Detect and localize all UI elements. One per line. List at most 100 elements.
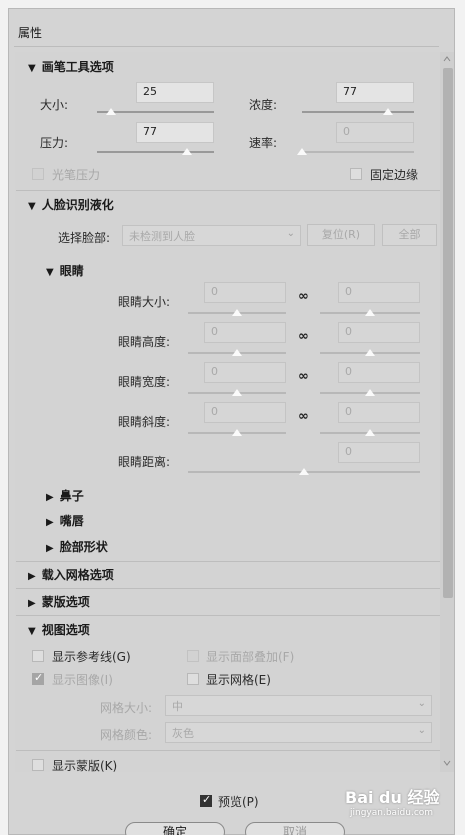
show-face-overlay-checkbox[interactable] xyxy=(187,650,199,662)
subsection-nose-label: 鼻子 xyxy=(59,489,84,503)
eye-tilt-right-slider[interactable] xyxy=(320,429,420,437)
density-slider-thumb[interactable] xyxy=(383,108,394,115)
eye-height-right-input[interactable]: 0 xyxy=(338,322,420,343)
show-mesh-label: 显示网格(E) xyxy=(206,673,271,687)
cancel-button[interactable]: 取消 xyxy=(245,822,345,835)
scroll-up-icon[interactable] xyxy=(442,54,452,64)
slider-thumb[interactable] xyxy=(232,309,242,316)
size-slider-thumb[interactable] xyxy=(106,108,117,115)
baidu-watermark-url: jingyan.baidu.com xyxy=(350,808,434,818)
expanded-triangle-icon: ▼ xyxy=(28,201,36,212)
expanded-triangle-icon: ▼ xyxy=(28,626,36,637)
pressure-slider-thumb[interactable] xyxy=(182,148,193,155)
eye-tilt-left-slider[interactable] xyxy=(188,429,286,437)
density-slider[interactable] xyxy=(302,108,414,116)
subsection-eyes[interactable]: ▼ 眼睛 xyxy=(46,262,84,279)
rate-input[interactable]: 0 xyxy=(336,122,414,143)
eye-width-label: 眼睛宽度: xyxy=(118,375,171,389)
show-face-overlay-label: 显示面部叠加(F) xyxy=(206,650,295,664)
eye-distance-input[interactable]: 0 xyxy=(338,442,420,463)
divider xyxy=(16,190,440,191)
section-face-aware-liquify[interactable]: ▼ 人脸识别液化 xyxy=(28,196,114,213)
density-input[interactable]: 77 xyxy=(336,82,414,103)
show-mesh-checkbox[interactable] xyxy=(187,673,199,685)
eye-width-right-slider[interactable] xyxy=(320,389,420,397)
eye-width-left-slider[interactable] xyxy=(188,389,286,397)
checkmark-icon: ✓ xyxy=(34,671,44,684)
rate-label: 速率: xyxy=(249,136,278,150)
pin-edges-label: 固定边缘 xyxy=(370,168,419,182)
size-slider[interactable] xyxy=(97,108,214,116)
eye-size-left-input[interactable]: 0 xyxy=(204,282,286,303)
link-icon[interactable]: ∞ xyxy=(298,369,309,384)
eye-height-right-slider[interactable] xyxy=(320,349,420,357)
pressure-slider[interactable] xyxy=(97,148,214,156)
eye-height-left-slider[interactable] xyxy=(188,349,286,357)
baidu-watermark-logo: Bai du 经验 xyxy=(345,788,440,807)
slider-thumb[interactable] xyxy=(365,429,375,436)
select-face-dropdown[interactable]: 未检测到人脸 ⌄ xyxy=(122,225,301,246)
link-icon[interactable]: ∞ xyxy=(298,289,309,304)
show-mask-label: 显示蒙版(K) xyxy=(52,759,118,773)
divider xyxy=(16,615,440,616)
size-input[interactable]: 25 xyxy=(136,82,214,103)
slider-thumb[interactable] xyxy=(232,389,242,396)
eye-size-right-input[interactable]: 0 xyxy=(338,282,420,303)
panel-title: 属性 xyxy=(18,26,43,40)
mesh-color-label: 网格颜色: xyxy=(100,728,153,742)
ok-button[interactable]: 确定 xyxy=(125,822,225,835)
density-label: 浓度: xyxy=(249,98,278,112)
show-image-label: 显示图像(I) xyxy=(52,673,113,687)
eye-distance-slider[interactable] xyxy=(188,468,420,476)
eye-width-right-input[interactable]: 0 xyxy=(338,362,420,383)
section-load-mesh-options[interactable]: ▶ 载入网格选项 xyxy=(28,566,114,583)
eye-tilt-left-input[interactable]: 0 xyxy=(204,402,286,423)
collapsed-triangle-icon: ▶ xyxy=(46,543,54,554)
pressure-label: 压力: xyxy=(40,136,69,150)
subsection-face-shape[interactable]: ▶ 脸部形状 xyxy=(46,538,108,555)
subsection-nose[interactable]: ▶ 鼻子 xyxy=(46,487,84,504)
reset-button[interactable]: 复位(R) xyxy=(307,224,375,246)
slider-thumb[interactable] xyxy=(299,468,309,475)
eye-size-left-slider[interactable] xyxy=(188,309,286,317)
eye-height-left-input[interactable]: 0 xyxy=(204,322,286,343)
pin-edges-checkbox[interactable] xyxy=(350,168,362,180)
slider-thumb[interactable] xyxy=(365,349,375,356)
select-face-value: 未检测到人脸 xyxy=(129,230,195,243)
slider-thumb[interactable] xyxy=(365,389,375,396)
slider-thumb[interactable] xyxy=(232,349,242,356)
rate-slider[interactable] xyxy=(297,148,414,156)
mesh-color-dropdown[interactable]: 灰色 ⌄ xyxy=(165,722,432,743)
show-guides-checkbox[interactable] xyxy=(32,650,44,662)
section-view-options[interactable]: ▼ 视图选项 xyxy=(28,621,90,638)
section-brush-tool-options[interactable]: ▼ 画笔工具选项 xyxy=(28,58,114,75)
scroll-down-icon[interactable] xyxy=(442,758,452,768)
eye-size-label: 眼睛大小: xyxy=(118,295,171,309)
scrollbar-thumb[interactable] xyxy=(443,68,453,598)
eye-width-left-input[interactable]: 0 xyxy=(204,362,286,383)
slider-thumb[interactable] xyxy=(232,429,242,436)
expanded-triangle-icon: ▼ xyxy=(28,63,36,74)
rate-slider-thumb[interactable] xyxy=(297,148,307,155)
checkmark-icon: ✓ xyxy=(202,793,212,806)
pressure-input[interactable]: 77 xyxy=(136,122,214,143)
preview-checkbox[interactable]: ✓ xyxy=(200,793,212,807)
collapsed-triangle-icon: ▶ xyxy=(28,571,36,582)
link-icon[interactable]: ∞ xyxy=(298,329,309,344)
collapsed-triangle-icon: ▶ xyxy=(28,598,36,609)
show-mask-checkbox[interactable] xyxy=(32,759,44,771)
eye-tilt-right-input[interactable]: 0 xyxy=(338,402,420,423)
select-face-label: 选择脸部: xyxy=(58,231,111,245)
eye-size-right-slider[interactable] xyxy=(320,309,420,317)
section-mask-options[interactable]: ▶ 蒙版选项 xyxy=(28,593,90,610)
chevron-down-icon: ⌄ xyxy=(417,725,426,736)
subsection-mouth[interactable]: ▶ 嘴唇 xyxy=(46,512,84,529)
mesh-size-dropdown[interactable]: 中 ⌄ xyxy=(165,695,432,716)
slider-thumb[interactable] xyxy=(365,309,375,316)
all-button[interactable]: 全部 xyxy=(382,224,437,246)
link-icon[interactable]: ∞ xyxy=(298,409,309,424)
show-image-checkbox[interactable]: ✓ xyxy=(32,671,44,685)
section-view-label: 视图选项 xyxy=(41,623,90,637)
stylus-pressure-checkbox[interactable] xyxy=(32,168,44,180)
mesh-size-value: 中 xyxy=(172,700,183,713)
